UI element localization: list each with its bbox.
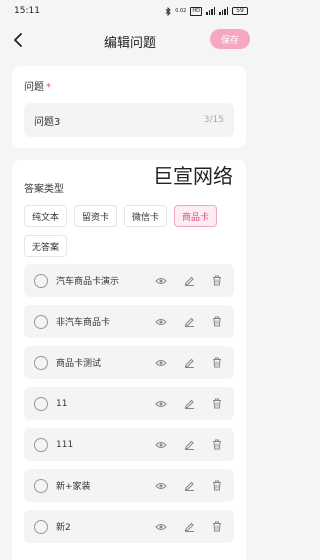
radio-button[interactable] (34, 273, 48, 288)
type-option-text[interactable]: 纯文本 (24, 205, 68, 227)
speed-indicator: 0.02 (175, 8, 187, 14)
status-icons: 0.02 HD 59 (165, 6, 248, 16)
list-item[interactable]: 11 (24, 387, 234, 420)
status-bar: 15:11 0.02 HD 59 (0, 0, 260, 22)
item-label: 非汽车商品卡 (56, 318, 111, 328)
answer-card: 巨宣网络 答案类型 纯文本 留资卡 微信卡 商品卡 无答案 汽车商品卡演示 非汽… (12, 160, 246, 560)
edit-icon[interactable] (182, 479, 196, 493)
trash-icon[interactable] (210, 356, 224, 370)
eye-icon[interactable] (154, 397, 168, 411)
type-option-product-card[interactable]: 商品卡 (174, 205, 218, 227)
list-item[interactable]: 新+家装 (24, 469, 234, 502)
signal-icon (206, 7, 215, 15)
list-item[interactable]: 111 (24, 428, 234, 461)
question-input-value: 问题3 (34, 116, 61, 128)
trash-icon[interactable] (210, 479, 224, 493)
list-item[interactable]: 汽车商品卡演示 (24, 264, 234, 297)
required-mark: * (46, 82, 51, 93)
edit-icon[interactable] (182, 274, 196, 288)
item-label: 商品卡测试 (56, 359, 102, 369)
trash-icon[interactable] (210, 520, 224, 534)
hd-icon: HD (190, 6, 202, 16)
radio-button[interactable] (34, 437, 48, 452)
eye-icon[interactable] (154, 274, 168, 288)
type-option-lead-card[interactable]: 留资卡 (74, 205, 118, 227)
item-label: 11 (56, 398, 68, 409)
item-label: 新2 (56, 523, 71, 533)
edit-icon[interactable] (182, 520, 196, 534)
trash-icon[interactable] (210, 274, 224, 288)
eye-icon[interactable] (154, 315, 168, 329)
type-option-no-answer[interactable]: 无答案 (24, 235, 68, 257)
list-item[interactable]: 商品卡测试 (24, 346, 234, 379)
list-item[interactable]: 非汽车商品卡 (24, 305, 234, 338)
question-card: 问题 * 问题3 3/15 (12, 66, 246, 148)
watermark: 巨宣网络 (153, 164, 233, 188)
nav-bar: 编辑问题 保存 (0, 24, 260, 56)
trash-icon[interactable] (210, 315, 224, 329)
item-label: 新+家装 (56, 482, 91, 492)
status-time: 15:11 (14, 6, 40, 16)
product-list: 汽车商品卡演示 非汽车商品卡 商品卡测试 11 111 新+家装 新2 (24, 264, 234, 551)
item-label: 111 (56, 439, 74, 450)
eye-icon[interactable] (154, 438, 168, 452)
radio-button[interactable] (34, 355, 48, 370)
item-label: 汽车商品卡演示 (56, 277, 120, 287)
edit-icon[interactable] (182, 397, 196, 411)
edit-icon[interactable] (182, 438, 196, 452)
question-label-row: 问题 * (24, 78, 234, 93)
answer-type-options: 纯文本 留资卡 微信卡 商品卡 无答案 (24, 205, 234, 257)
radio-button[interactable] (34, 396, 48, 411)
eye-icon[interactable] (154, 479, 168, 493)
list-item[interactable]: 新2 (24, 510, 234, 543)
type-option-wechat-card[interactable]: 微信卡 (124, 205, 168, 227)
trash-icon[interactable] (210, 438, 224, 452)
battery-icon: 59 (232, 7, 248, 15)
eye-icon[interactable] (154, 520, 168, 534)
char-counter: 3/15 (203, 115, 224, 125)
edit-icon[interactable] (182, 315, 196, 329)
bluetooth-icon (165, 6, 171, 16)
trash-icon[interactable] (210, 397, 224, 411)
eye-icon[interactable] (154, 356, 168, 370)
save-button[interactable]: 保存 (210, 29, 250, 49)
signal-icon-2 (219, 7, 228, 15)
question-label: 问题 (24, 82, 44, 93)
question-input[interactable]: 问题3 3/15 (24, 103, 234, 137)
edit-icon[interactable] (182, 356, 196, 370)
radio-button[interactable] (34, 314, 48, 329)
radio-button[interactable] (34, 519, 48, 534)
radio-button[interactable] (34, 478, 48, 493)
